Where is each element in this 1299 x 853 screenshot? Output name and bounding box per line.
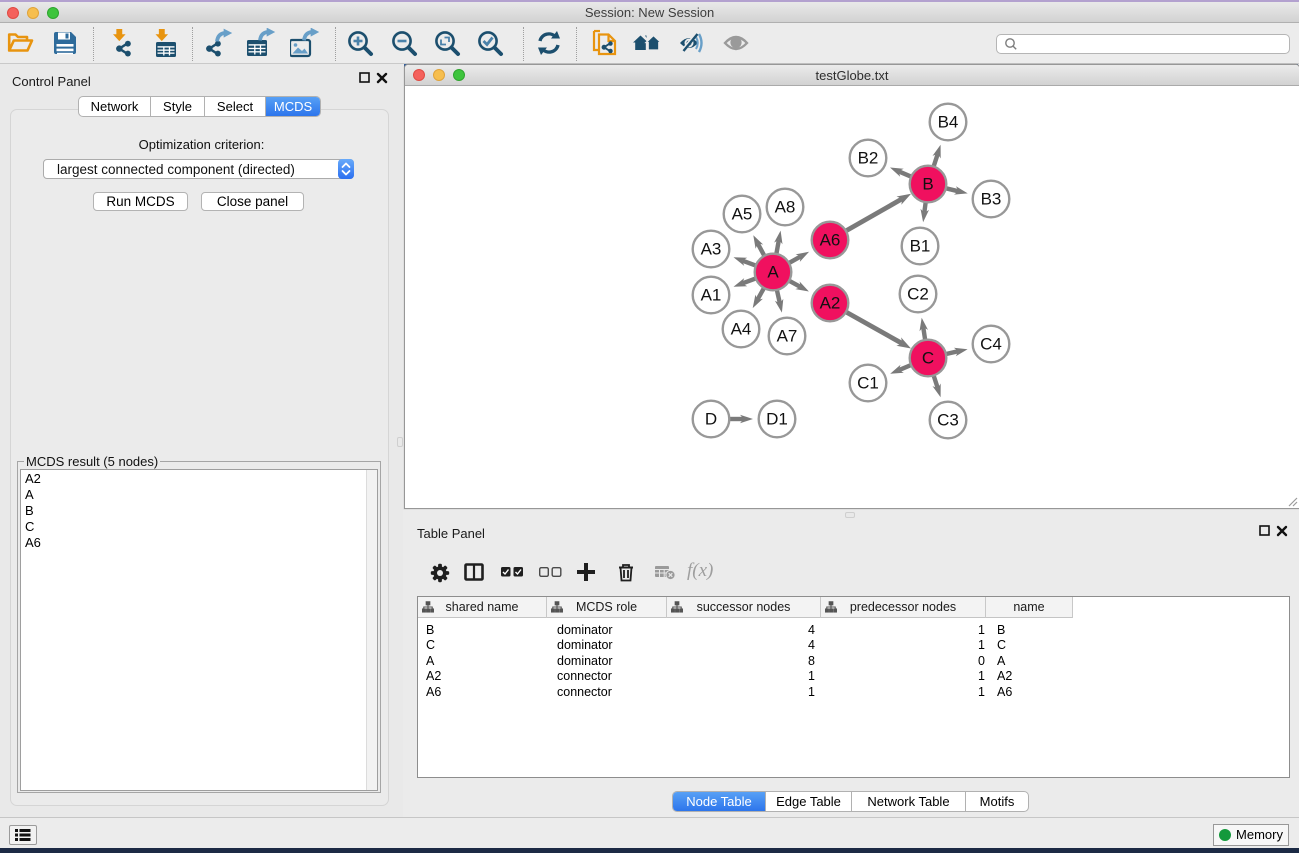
svg-text:D: D xyxy=(705,410,717,429)
svg-text:A4: A4 xyxy=(731,320,752,339)
svg-text:C1: C1 xyxy=(857,374,879,393)
svg-text:D1: D1 xyxy=(766,410,788,429)
svg-text:A8: A8 xyxy=(775,198,796,217)
svg-text:A3: A3 xyxy=(701,240,722,259)
svg-text:C: C xyxy=(922,349,934,368)
svg-text:B4: B4 xyxy=(938,113,959,132)
svg-text:A: A xyxy=(767,263,779,282)
svg-text:C3: C3 xyxy=(937,411,959,430)
svg-text:A5: A5 xyxy=(732,205,753,224)
svg-text:B1: B1 xyxy=(910,237,931,256)
svg-text:C4: C4 xyxy=(980,335,1002,354)
svg-text:B: B xyxy=(922,175,933,194)
svg-text:A1: A1 xyxy=(701,286,722,305)
svg-text:C2: C2 xyxy=(907,285,929,304)
svg-text:A6: A6 xyxy=(820,231,841,250)
svg-text:B3: B3 xyxy=(981,190,1002,209)
svg-text:A2: A2 xyxy=(820,294,841,313)
svg-text:A7: A7 xyxy=(777,327,798,346)
svg-text:B2: B2 xyxy=(858,149,879,168)
